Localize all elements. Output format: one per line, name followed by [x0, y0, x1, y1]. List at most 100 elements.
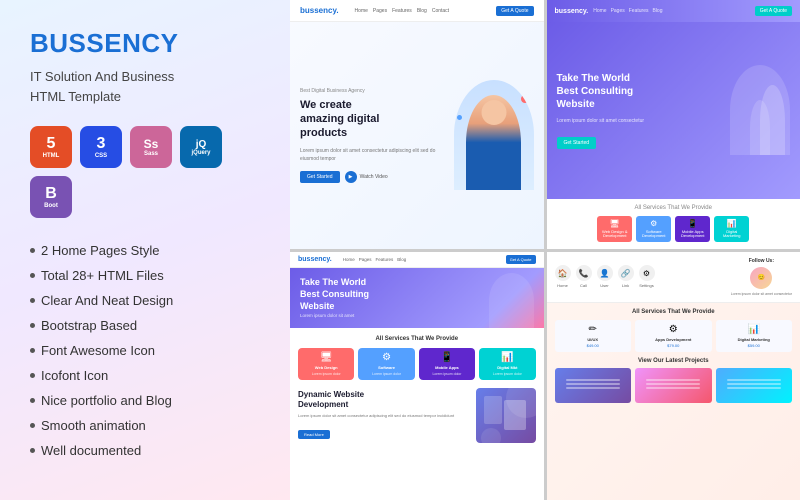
service-software-label: Software Development	[639, 230, 668, 240]
preview4-service-apps: ⚙ Apps Development $79.00	[635, 320, 712, 352]
tech-badges-row: 5 HTML 3 CSS Ss Sass jQ jQuery B Boot	[30, 126, 260, 218]
service-software-icon: ⚙	[639, 219, 668, 228]
preview3-service-digital-title: Digital Mkt	[483, 365, 531, 370]
preview2-desc: Lorem ipsum dolor sit amet consectetur	[557, 117, 721, 125]
decor-dot-2	[457, 115, 462, 120]
line-1	[727, 379, 781, 381]
preview4-uiux-price: $49.00	[559, 343, 628, 348]
feature-portfolio-blog: Nice portfolio and Blog	[30, 390, 260, 411]
preview-card-1: bussency. Home Pages Features Blog Conta…	[290, 0, 544, 249]
preview4-call-icon: 📞	[576, 265, 592, 281]
preview4-project-2	[635, 368, 712, 403]
prev3-nav-features: Features	[376, 257, 394, 262]
preview4-content: All Services That We Provide ✏ UI/UX $49…	[547, 303, 800, 500]
preview3-service-software: ⚙ Software Lorem ipsum dolor	[358, 348, 414, 381]
service-mobile-icon: 📱	[678, 219, 707, 228]
decor-circle-2	[481, 428, 501, 443]
preview1-cta-row: Get Started ▶ Watch Video	[300, 171, 454, 183]
preview2-navbar: bussency. Home Pages Features Blog Get A…	[547, 0, 800, 22]
service-card-digital: 📊 Digital Marketing	[714, 216, 749, 243]
preview1-nav-features: Features	[392, 8, 412, 14]
service-web-label: Web Design & Development	[600, 230, 629, 240]
preview4-project-2-inner	[635, 368, 712, 403]
feature-home-pages: 2 Home Pages Style	[30, 240, 260, 261]
prev3-nav-home: Home	[343, 257, 355, 262]
service-digital-icon: 📊	[717, 219, 746, 228]
preview4-link-icon: 🔗	[618, 265, 634, 281]
preview2-cta[interactable]: Get Started	[557, 137, 597, 149]
features-list: 2 Home Pages Style Total 28+ HTML Files …	[30, 240, 260, 461]
preview4-uiux-icon: ✏	[559, 324, 628, 335]
preview3-navbar: bussency. Home Pages Features Blog Get A…	[290, 252, 544, 268]
feature-bootstrap: Bootstrap Based	[30, 315, 260, 336]
preview4-icon-call: 📞 Call	[576, 265, 592, 288]
preview4-services-title: All Services That We Provide	[555, 309, 793, 315]
preview1-desc: Lorem ipsum dolor sit amet consectetur a…	[300, 147, 454, 163]
preview4-project-2-lines	[646, 379, 700, 391]
badge-bootstrap: B Boot	[30, 176, 72, 218]
preview1-navbar: bussency. Home Pages Features Blog Conta…	[290, 0, 544, 22]
preview3-service-digital-icon: 📊	[483, 352, 531, 363]
preview4-projects-grid	[555, 368, 793, 403]
preview3-service-digital: 📊 Digital Mkt Lorem ipsum dolor	[479, 348, 535, 381]
preview2-services-grid: 🖥 Web Design & Development ⚙ Software De…	[555, 216, 793, 243]
prev2-nav-features: Features	[629, 8, 649, 14]
line-3	[646, 387, 700, 389]
feature-font-awesome: Font Awesome Icon	[30, 340, 260, 361]
preview3-service-digital-desc: Lorem ipsum dolor	[483, 372, 531, 377]
line-2	[566, 383, 620, 385]
service-mobile-label: Mobile Apps Development	[678, 230, 707, 240]
prev2-nav-pages: Pages	[611, 8, 625, 14]
preview1-nav-pages: Pages	[373, 8, 387, 14]
device-mockup-2	[504, 400, 526, 430]
preview1-small-label: Best Digital Business Agency	[300, 88, 454, 94]
preview4-marketing-icon: 📊	[720, 324, 789, 335]
person-body	[466, 95, 521, 190]
preview4-home-icon: 🏠	[555, 265, 571, 281]
preview4-service-marketing: 📊 Digital Marketing $59.00	[716, 320, 793, 352]
line-1	[646, 379, 700, 381]
preview3-hero-text: Take The WorldBest ConsultingWebsite Lor…	[300, 277, 369, 317]
preview3-service-mobile: 📱 Mobile Apps Lorem ipsum dolor	[419, 348, 475, 381]
preview-card-2: bussency. Home Pages Features Blog Get A…	[547, 0, 800, 249]
line-3	[727, 387, 781, 389]
preview4-marketing-price: $59.00	[720, 343, 789, 348]
preview1-play-icon: ▶	[345, 171, 357, 183]
preview3-service-web-title: Web Design	[302, 365, 350, 370]
feature-documented: Well documented	[30, 440, 260, 461]
preview1-nav-home: Home	[355, 8, 368, 14]
preview3-cta[interactable]: Read More	[298, 430, 330, 439]
preview4-project-3	[716, 368, 793, 403]
preview-grid: bussency. Home Pages Features Blog Conta…	[290, 0, 800, 500]
preview2-services-title: All Services That We Provide	[555, 205, 793, 211]
preview4-apps-name: Apps Development	[639, 337, 708, 342]
preview3-service-mobile-title: Mobile Apps	[423, 365, 471, 370]
badge-jquery: jQ jQuery	[180, 126, 222, 168]
brand-subtitle: IT Solution And Business HTML Template	[30, 67, 260, 106]
preview2-hero: Take The World Best Consulting Website L…	[547, 22, 800, 199]
preview3-service-web-desc: Lorem ipsum dolor	[302, 372, 350, 377]
preview4-service-uiux: ✏ UI/UX $49.00	[555, 320, 632, 352]
preview4-user-label: User	[600, 283, 608, 288]
preview1-cta-btn: Get A Quote	[496, 6, 533, 16]
preview4-icon-link: 🔗 Link	[618, 265, 634, 288]
preview4-uiux-name: UI/UX	[559, 337, 628, 342]
preview3-service-web: 🖥 Web Design Lorem ipsum dolor	[298, 348, 354, 381]
feature-html-files: Total 28+ HTML Files	[30, 265, 260, 286]
preview4-project-3-lines	[727, 379, 781, 391]
preview3-dynamic-heading: Dynamic Website Development	[298, 390, 468, 411]
preview4-icon-settings: ⚙ Settings	[639, 265, 655, 288]
preview3-dynamic-left: Dynamic Website Development Lorem ipsum …	[298, 390, 468, 442]
preview2-services: All Services That We Provide 🖥 Web Desig…	[547, 199, 800, 249]
service-card-software: ⚙ Software Development	[636, 216, 671, 243]
preview1-nav-blog: Blog	[417, 8, 427, 14]
preview3-service-software-title: Software	[362, 365, 410, 370]
preview4-settings-label: Settings	[639, 283, 653, 288]
prev2-nav-home: Home	[593, 8, 606, 14]
preview4-icon-home: 🏠 Home	[555, 265, 571, 288]
preview1-cta[interactable]: Get Started	[300, 171, 340, 183]
preview3-cta-btn: Get A Quote	[506, 255, 536, 264]
preview3-nav-links: Home Pages Features Blog	[343, 257, 407, 262]
preview4-project-1-inner	[555, 368, 632, 403]
preview2-people	[720, 65, 790, 155]
